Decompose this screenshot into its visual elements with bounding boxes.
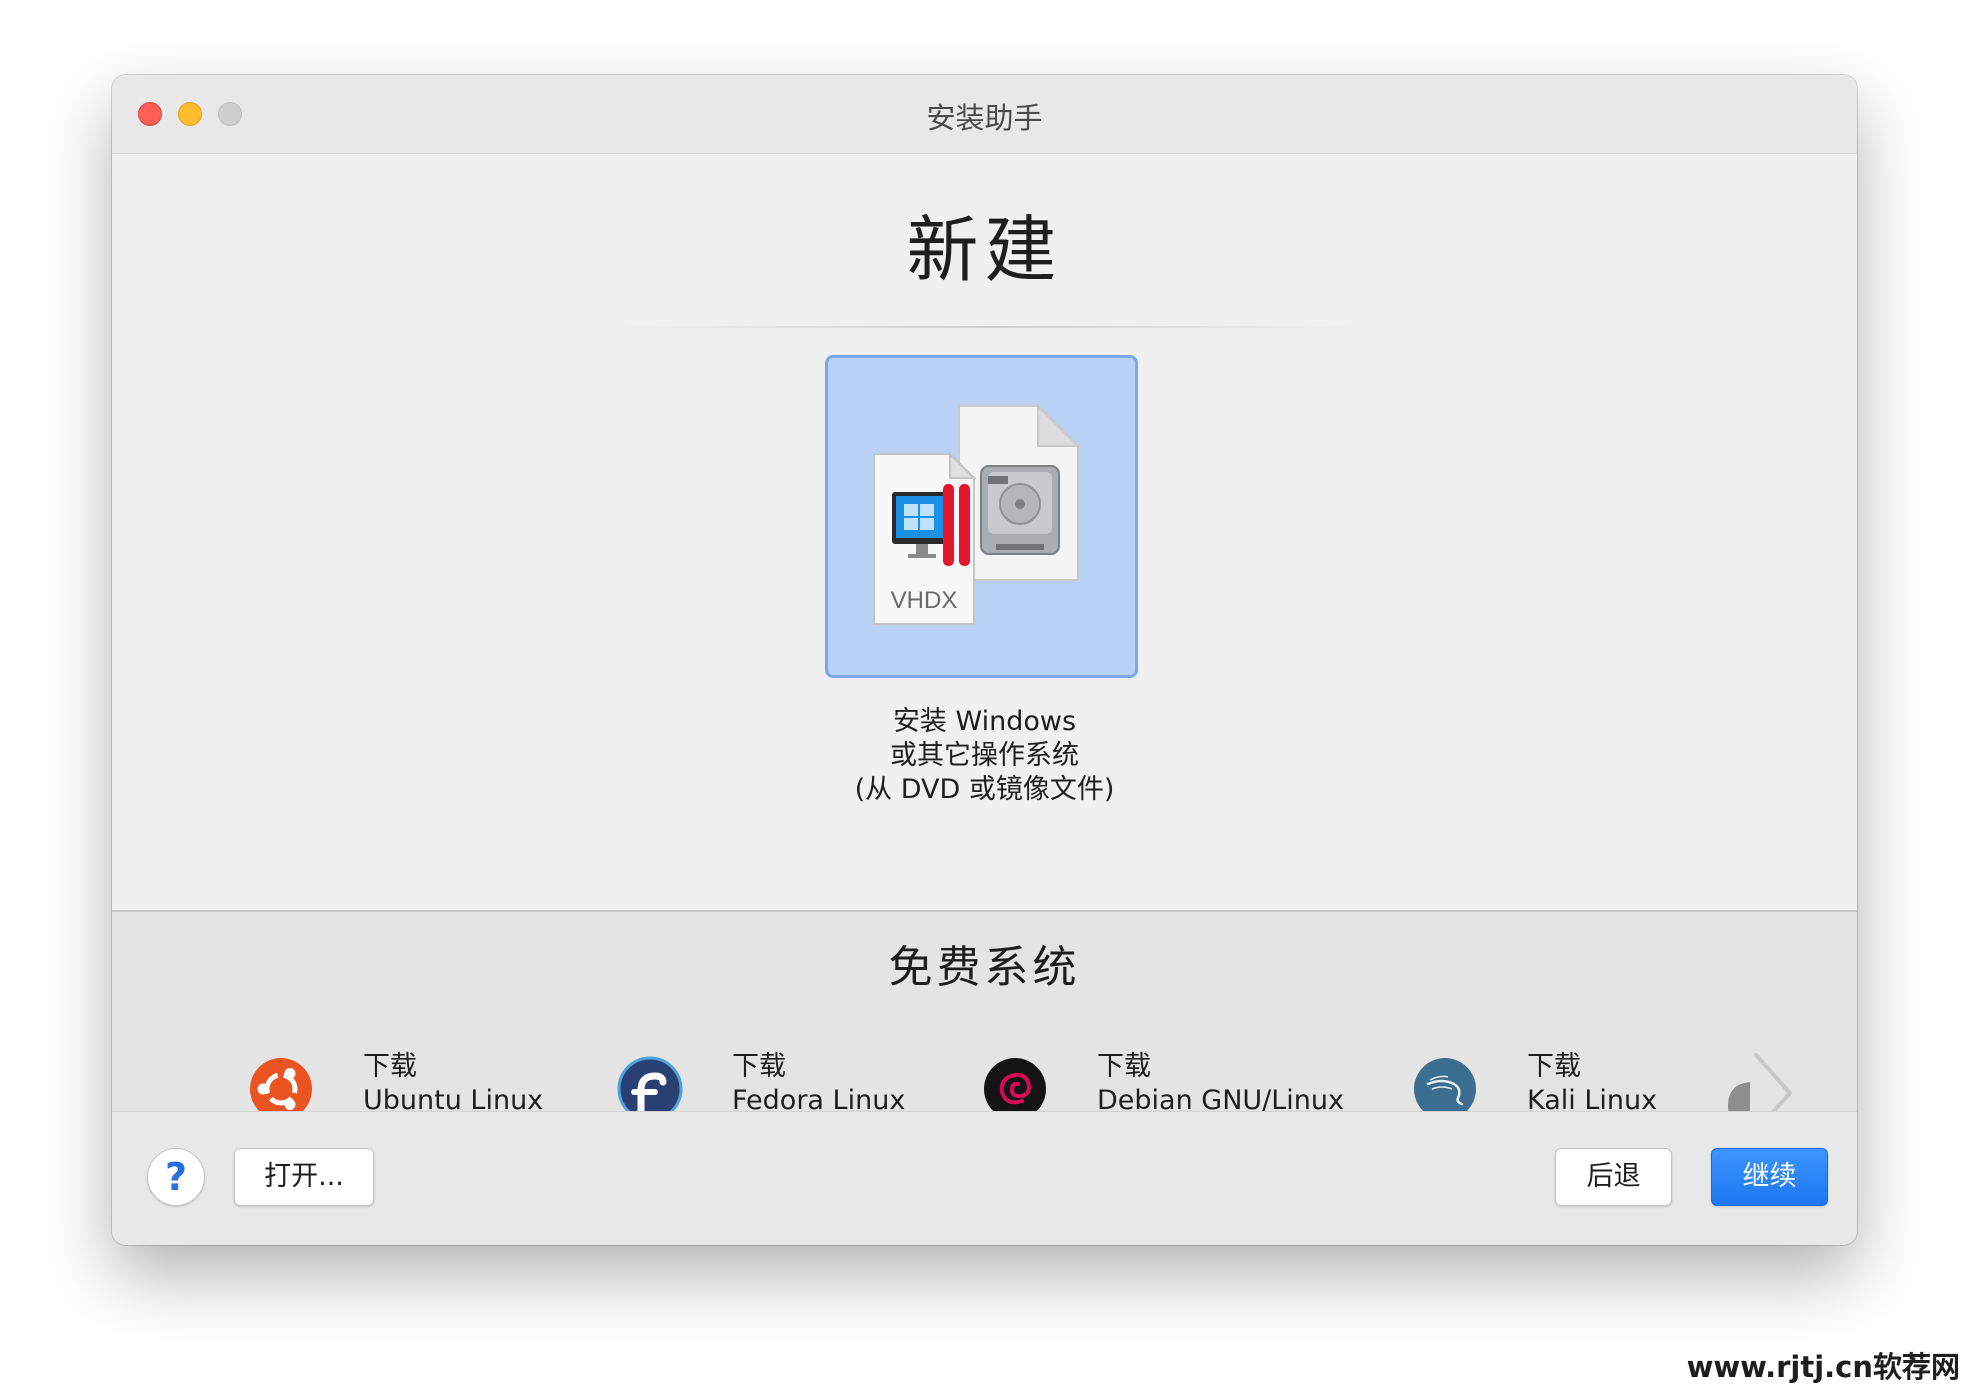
svg-text:VHDX: VHDX	[891, 587, 958, 614]
debian-label: 下载 Debian GNU/Linux	[1097, 1050, 1344, 1118]
install-windows-caption: 安装 Windows 或其它操作系统 (从 DVD 或镜像文件)	[112, 705, 1857, 807]
window-title: 安装助手	[926, 101, 1043, 135]
installation-assistant-window: 安装助手 新建 VHDX 安装 Windows 或其它操作系统 (从 DVD 或…	[112, 75, 1857, 1245]
vhdx-document-icon: VHDX	[873, 451, 977, 625]
footer-bar: ? 打开... 后退 继续	[112, 1111, 1857, 1245]
kali-label: 下载 Kali Linux	[1527, 1050, 1657, 1118]
free-systems-heading: 免费系统	[888, 942, 1081, 993]
help-button[interactable]: ?	[147, 1148, 205, 1206]
title-bar: 安装助手	[112, 75, 1857, 154]
download-action-label: 下载	[1097, 1051, 1151, 1082]
caption-line-1: 安装 Windows	[892, 706, 1077, 737]
heading-divider	[617, 326, 1362, 328]
install-windows-tile[interactable]: VHDX	[825, 355, 1138, 678]
ubuntu-label: 下载 Ubuntu Linux	[363, 1050, 543, 1118]
disk-image-document-icon	[958, 403, 1081, 581]
site-watermark: www.rjtj.cn软荐网	[1686, 1350, 1960, 1384]
fedora-label: 下载 Fedora Linux	[732, 1050, 905, 1118]
caption-line-3: (从 DVD 或镜像文件)	[854, 774, 1115, 805]
open-button[interactable]: 打开...	[234, 1148, 374, 1206]
caption-line-2: 或其它操作系统	[890, 740, 1079, 771]
download-action-label: 下载	[363, 1051, 417, 1082]
back-button[interactable]: 后退	[1555, 1148, 1672, 1206]
vhdx-install-icon: VHDX	[873, 403, 1081, 625]
download-action-label: 下载	[1527, 1051, 1581, 1082]
page-title: 新建	[906, 208, 1063, 292]
download-action-label: 下载	[732, 1051, 786, 1082]
continue-button[interactable]: 继续	[1711, 1148, 1828, 1206]
